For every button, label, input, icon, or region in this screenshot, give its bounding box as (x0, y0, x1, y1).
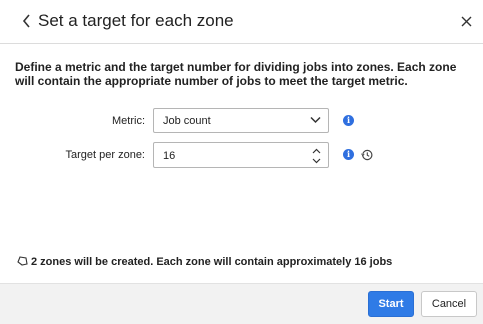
metric-info-icon[interactable]: i (343, 115, 354, 126)
dialog-title: Set a target for each zone (38, 11, 234, 30)
chevron-left-icon (22, 14, 30, 28)
zones-summary: 2 zones will be created. Each zone will … (17, 256, 392, 268)
cancel-button[interactable]: Cancel (421, 291, 477, 317)
dialog-footer: Start Cancel (0, 283, 483, 324)
history-icon[interactable] (361, 149, 373, 161)
metric-select-value: Job count (163, 115, 211, 127)
close-button[interactable] (458, 13, 474, 29)
target-info-icon[interactable]: i (343, 149, 354, 160)
chevron-down-icon (310, 116, 321, 124)
zones-summary-text: 2 zones will be created. Each zone will … (31, 256, 393, 268)
polygon-zone-icon (17, 256, 28, 266)
stepper-down-button[interactable] (310, 156, 322, 165)
stepper-up-button[interactable] (310, 146, 322, 155)
dialog-description: Define a metric and the target number fo… (15, 60, 457, 88)
metric-label: Metric: (112, 115, 145, 127)
back-button[interactable] (18, 12, 34, 30)
chevron-up-icon (312, 148, 320, 153)
quantity-stepper (310, 145, 322, 165)
metric-select[interactable]: Job count (153, 108, 329, 133)
target-per-zone-label: Target per zone: (65, 149, 146, 161)
target-per-zone-input[interactable]: 16 (153, 142, 329, 168)
close-icon (461, 16, 471, 26)
target-per-zone-value: 16 (163, 150, 176, 162)
chevron-down-small-icon (312, 158, 320, 163)
dialog-header: Set a target for each zone (0, 0, 483, 44)
start-button[interactable]: Start (368, 291, 414, 317)
